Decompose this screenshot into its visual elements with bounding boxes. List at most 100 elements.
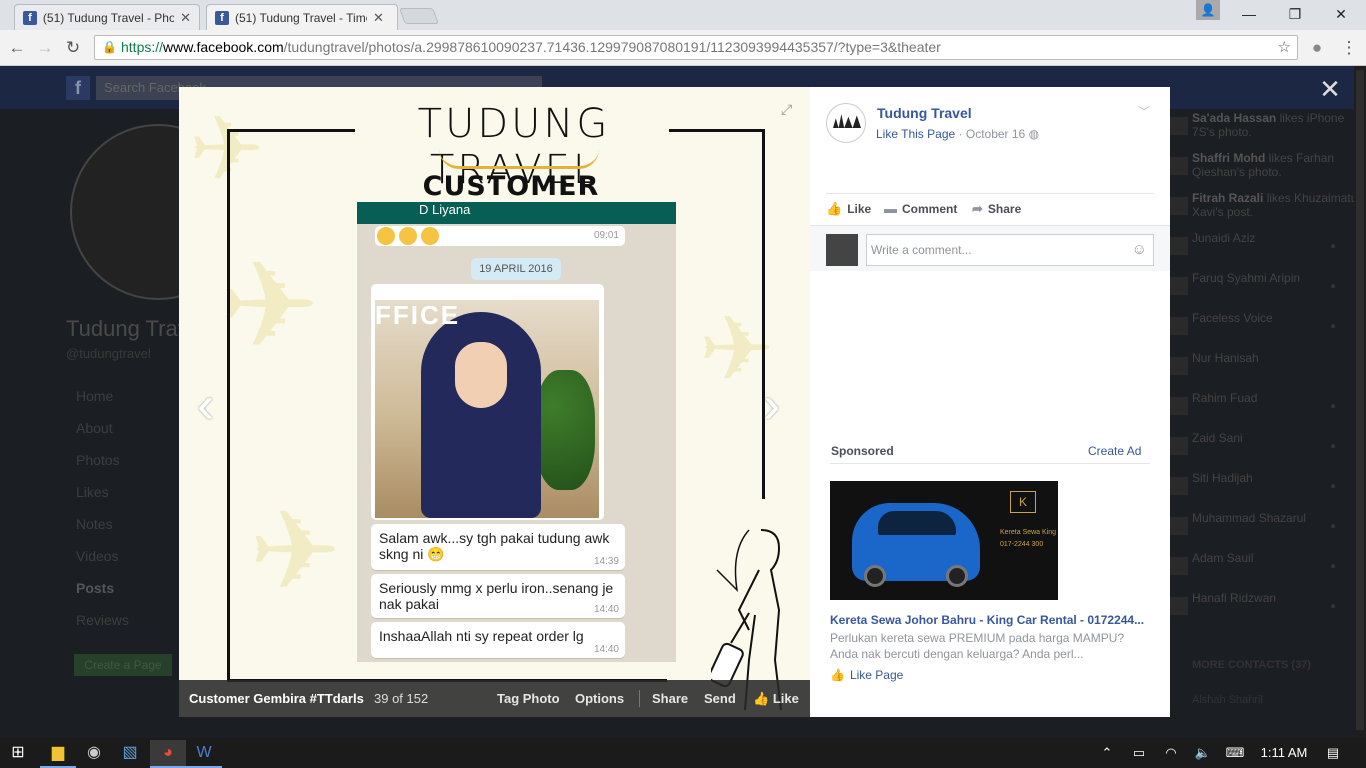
caption-share-button[interactable]: Share (652, 680, 688, 717)
ticker-item[interactable]: Shaffri Mohd likes Farhan Qieshan's phot… (1170, 151, 1366, 191)
chevron-down-icon[interactable]: ﹀ (1138, 103, 1150, 120)
browser-tab-1[interactable]: f (51) Tudung Travel - Pho ✕ (14, 4, 200, 30)
page-avatar[interactable] (826, 103, 866, 143)
nav-item-videos[interactable]: Videos (76, 548, 129, 580)
chat-contact[interactable]: Junaidi Aziz ● (1170, 231, 1366, 271)
chat-contact[interactable]: Hanafi Ridzwan ● (1170, 591, 1366, 631)
comment-input[interactable]: Write a comment... ☺ (866, 234, 1154, 266)
online-dot-icon: ● (1329, 281, 1336, 292)
chat-contact[interactable]: Rahim Fuad ● (1170, 391, 1366, 431)
chrome-icon[interactable]: ◕ (150, 740, 186, 768)
options-button[interactable]: Options (575, 680, 624, 717)
next-photo-icon[interactable]: › (763, 375, 780, 435)
windows-start-icon[interactable]: ⊞ (0, 740, 36, 768)
chat-contact[interactable]: Nur Hanisah (1170, 351, 1366, 391)
online-dot-icon: ● (1329, 601, 1336, 612)
chat-contact[interactable]: Faceless Voice ● (1170, 311, 1366, 351)
nav-item-about[interactable]: About (76, 420, 129, 452)
nav-item-photos[interactable]: Photos (76, 452, 129, 484)
nav-item-posts[interactable]: Posts (76, 580, 129, 612)
fullscreen-icon[interactable]: ⤢ (781, 101, 792, 118)
address-bar[interactable]: 🔒 https://www.facebook.com/tudungtravel/… (94, 35, 1298, 60)
facebook-logo-icon[interactable]: f (66, 76, 90, 100)
chat-message: Salam awk...sy tgh pakai tudung awk skng… (371, 524, 625, 570)
chat-contact[interactable]: Muhammad Shazarul ● (1170, 511, 1366, 551)
bookmark-star-icon[interactable]: ☆ (1278, 36, 1291, 59)
chat-message: InshaaAllah nti sy repeat order lg 14:40 (371, 622, 625, 658)
user-profile-icon[interactable]: 👤 (1196, 0, 1220, 20)
ad-image[interactable]: K Kereta Sewa King 017-2244 300 (830, 481, 1058, 600)
minimize-button[interactable]: — (1226, 0, 1272, 28)
page-name-link[interactable]: Tudung Travel (877, 105, 972, 121)
facebook-favicon-icon: f (215, 10, 229, 25)
emoji-picker-icon[interactable]: ☺ (1132, 235, 1147, 265)
scrollbar-thumb[interactable] (1356, 70, 1364, 730)
post-sidebar: Tudung Travel Like This Page · October 1… (810, 87, 1170, 717)
contact-name: Faruq Syahmi Aripin (1192, 271, 1301, 285)
nav-item-notes[interactable]: Notes (76, 516, 129, 548)
media-app-icon[interactable]: ◉ (76, 740, 112, 768)
window-close-button[interactable]: ✕ (1318, 0, 1364, 28)
nav-item-home[interactable]: Home (76, 388, 129, 420)
more-contacts-header: MORE CONTACTS (37) (1192, 659, 1311, 671)
back-icon[interactable]: ← (6, 37, 28, 59)
paint-app-icon[interactable]: ▧ (112, 740, 148, 768)
like-this-page-link[interactable]: Like This Page (876, 127, 955, 141)
thumbs-up-icon: 👍 (830, 668, 845, 682)
action-center-icon[interactable]: ▤ (1322, 738, 1344, 768)
share-button[interactable]: ➦ Share (972, 201, 1021, 217)
battery-icon[interactable]: ▭ (1128, 738, 1150, 768)
wifi-icon[interactable]: ◠ (1160, 738, 1182, 768)
keyboard-icon[interactable]: ⌨ (1222, 738, 1248, 768)
chat-contact[interactable]: Adam Sauil ● (1170, 551, 1366, 591)
comment-button[interactable]: ▬ Comment (884, 201, 957, 216)
chat-contact[interactable]: Faruq Syahmi Aripin ● (1170, 271, 1366, 311)
car-window-shape (878, 511, 956, 535)
volume-icon[interactable]: 🔈 (1192, 738, 1214, 768)
ad-like-page-button[interactable]: 👍 Like Page (830, 668, 903, 682)
ticker-name: Shaffri Mohd (1192, 151, 1266, 165)
ad-title-link[interactable]: Kereta Sewa Johor Bahru - King Car Renta… (830, 613, 1150, 627)
url-domain: www.facebook.com (163, 39, 284, 55)
contact-name: Muhammad Shazarul (1192, 511, 1307, 525)
word-icon[interactable]: W (186, 740, 222, 768)
windows-taskbar: ⊞ ▆ ◉ ▧ ◕ W ⌃ ▭ ◠ 🔈 ⌨ 1:11 AM ▤ (0, 738, 1366, 768)
chat-contact[interactable]: Siti Hadijah ● (1170, 471, 1366, 511)
reload-icon[interactable]: ↻ (62, 37, 84, 59)
new-tab-button[interactable] (399, 8, 439, 24)
clock[interactable]: 1:11 AM (1256, 738, 1312, 768)
file-explorer-icon[interactable]: ▆ (40, 740, 76, 768)
nav-item-likes[interactable]: Likes (76, 484, 129, 516)
ticker-item[interactable]: Sa'ada Hassan likes iPhone 7S's photo. (1170, 111, 1366, 151)
extension-icon[interactable]: ● (1306, 37, 1328, 59)
caption-like-button[interactable]: 👍 Like (753, 680, 799, 717)
plant-shape (535, 370, 595, 490)
ticker-item[interactable]: Fitrah Razali likes Khuzaimatul Xavi's p… (1170, 191, 1366, 231)
ad-image-text: 017-2244 300 (1000, 541, 1044, 548)
browser-tab-2[interactable]: f (51) Tudung Travel - Time ✕ (206, 4, 398, 30)
create-ad-link[interactable]: Create Ad (1088, 444, 1141, 458)
chat-header: D Liyana (357, 202, 676, 224)
tab-close-icon[interactable]: ✕ (373, 10, 384, 26)
create-page-button[interactable]: Create a Page (74, 654, 172, 676)
photo-stage: ✈ ✈ ✈ ✈ TUDUNG TRAVEL CUSTOMER FEEDBACK … (179, 87, 810, 717)
caption-send-button[interactable]: Send (704, 680, 736, 717)
chat-message: Seriously mmg x perlu iron..senang je na… (371, 574, 625, 618)
photo-title: Customer Gembira #TTdarls (189, 691, 364, 706)
restore-button[interactable]: ❐ (1272, 0, 1318, 28)
tab-close-icon[interactable]: ✕ (180, 10, 191, 26)
kiss-emoji-icon (377, 227, 395, 245)
customer-photo: FFICE (375, 300, 599, 518)
nav-item-reviews[interactable]: Reviews (76, 612, 129, 644)
forward-icon[interactable]: → (34, 37, 56, 59)
close-theater-icon[interactable]: ✕ (1318, 74, 1342, 105)
show-hidden-icons-icon[interactable]: ⌃ (1096, 738, 1118, 768)
message-time: 14:39 (593, 556, 619, 567)
like-button[interactable]: 👍 Like (826, 201, 871, 217)
contact-name[interactable]: Alshah Shahril (1192, 694, 1263, 706)
menu-icon[interactable]: ⋮ (1338, 37, 1360, 59)
tag-photo-button[interactable]: Tag Photo (497, 680, 560, 717)
post-date[interactable]: October 16 (966, 127, 1025, 141)
chat-contact[interactable]: Zaid Sani ● (1170, 431, 1366, 471)
previous-photo-icon[interactable]: ‹ (197, 375, 214, 435)
